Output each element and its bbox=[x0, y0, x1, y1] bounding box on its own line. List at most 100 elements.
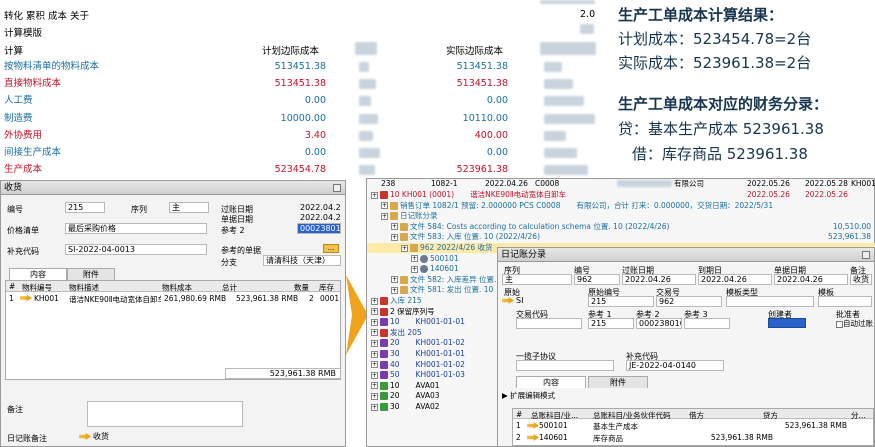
table-row[interactable]: 2 140601 库存商品 523,961.38 RMB bbox=[513, 432, 873, 443]
template-type-field[interactable] bbox=[726, 296, 814, 307]
tree-node[interactable]: +10 KH001-01-01 bbox=[367, 317, 497, 327]
expand-icon[interactable]: + bbox=[411, 255, 418, 263]
ref3-field[interactable] bbox=[684, 318, 730, 329]
tab-contents[interactable]: 内容 bbox=[516, 376, 586, 388]
tree-node[interactable]: +20 KH001-01-02 bbox=[367, 338, 497, 348]
ref1-field[interactable]: 215 bbox=[588, 318, 634, 329]
grid-header: # bbox=[516, 410, 523, 419]
series-field[interactable]: 主 bbox=[502, 274, 572, 285]
auto-post-checkbox[interactable]: 自动过账 bbox=[836, 318, 873, 329]
supp-code-label: 补充代码 bbox=[7, 247, 39, 256]
cost-row-label[interactable]: 按物料清单的物料成本 bbox=[4, 61, 99, 72]
table-row[interactable]: 1 KH001 谐洁NKE90Ⅱ电动宽体自卸车 261,980.69 RMB 5… bbox=[6, 293, 340, 304]
expand-icon[interactable]: + bbox=[391, 223, 398, 231]
tree-node[interactable]: +20 AVA03 bbox=[367, 391, 497, 401]
tree-node[interactable]: + 文件 583: 入库 位置. 10 (2022/4/26) 523,961.38 bbox=[367, 232, 875, 242]
link-arrow-icon[interactable] bbox=[20, 293, 34, 302]
remark-field[interactable]: 收货 bbox=[850, 274, 872, 285]
doc-date-field[interactable]: 2022.04.26 bbox=[297, 212, 341, 223]
tree-node[interactable]: + 文件 582: 入库差异 位置. bbox=[367, 275, 497, 285]
branch-select[interactable]: 请清科技（天津） bbox=[263, 255, 341, 266]
tree-node[interactable]: +10 KH001 (0001) 谐洁NKE90Ⅱ电动宽体自卸车 2022.05.2… bbox=[367, 190, 875, 200]
close-icon[interactable] bbox=[862, 251, 870, 259]
cost-row-label[interactable]: 人工费 bbox=[4, 95, 33, 106]
cost-row-label[interactable]: 制造费 bbox=[4, 113, 33, 124]
supp-code-field[interactable]: JE-2022-04-0140 bbox=[626, 360, 724, 371]
creator-field[interactable] bbox=[768, 318, 806, 328]
cost-row-label[interactable]: 生产成本 bbox=[4, 164, 42, 175]
posting-date-field[interactable]: 2022.04.26 bbox=[622, 274, 696, 285]
link-arrow-icon[interactable] bbox=[502, 297, 514, 304]
supp-code-field[interactable]: SI-2022-04-0013 bbox=[65, 244, 207, 255]
credit-line: 贷：基本生产成本 523961.38 bbox=[618, 120, 824, 138]
expand-icon[interactable]: + bbox=[371, 361, 378, 369]
tab-attachments[interactable]: 附件 bbox=[67, 268, 115, 280]
link-arrow-icon[interactable] bbox=[527, 422, 539, 429]
number-field[interactable]: 962 bbox=[574, 274, 620, 285]
expand-icon[interactable]: + bbox=[411, 265, 418, 273]
ref2-field[interactable]: 000238010 bbox=[636, 318, 682, 329]
expand-icon[interactable]: + bbox=[381, 202, 388, 210]
expand-icon[interactable]: + bbox=[371, 350, 378, 358]
expand-icon[interactable]: + bbox=[381, 212, 388, 220]
expand-icon[interactable]: + bbox=[371, 191, 378, 199]
expand-icon[interactable]: + bbox=[371, 392, 378, 400]
price-list-select[interactable]: 最后采购价格 bbox=[65, 223, 207, 234]
link-arrow-icon[interactable] bbox=[79, 433, 91, 440]
journal-remark-field[interactable]: 收货 bbox=[79, 431, 109, 442]
expand-icon[interactable]: + bbox=[391, 286, 398, 294]
expand-icon[interactable]: + bbox=[391, 276, 398, 284]
orig-field[interactable]: SI bbox=[502, 296, 523, 305]
tree-node[interactable]: + 发出 205 bbox=[367, 328, 497, 338]
expand-icon[interactable]: + bbox=[371, 318, 378, 326]
agreement-field[interactable] bbox=[516, 360, 614, 371]
tree-node[interactable]: + 销售订单 1082/1 预留: 2.000000 PCS C0008 有限公司，… bbox=[367, 201, 875, 211]
expand-icon[interactable]: + bbox=[371, 329, 378, 337]
template-field[interactable] bbox=[818, 296, 872, 307]
tab-attachments[interactable]: 附件 bbox=[588, 376, 648, 388]
expand-icon[interactable]: + bbox=[371, 297, 378, 305]
close-icon[interactable] bbox=[333, 184, 341, 192]
expand-icon[interactable]: + bbox=[371, 403, 378, 411]
ref-doc-button[interactable]: ... bbox=[323, 244, 339, 253]
expand-icon[interactable]: + bbox=[371, 308, 378, 316]
expand-edit-mode[interactable]: ▶ 扩展编辑模式 bbox=[502, 390, 555, 401]
link-arrow-icon[interactable] bbox=[527, 434, 539, 441]
grid-header: 物料成本 bbox=[162, 283, 192, 292]
trans-no-field[interactable]: 962 bbox=[656, 296, 722, 307]
number-field[interactable]: 215 bbox=[65, 202, 105, 213]
tree-node[interactable]: +30 KH001-01-01 bbox=[367, 349, 497, 359]
series-field[interactable]: 主 bbox=[169, 202, 209, 213]
remarks-textarea[interactable] bbox=[87, 401, 243, 427]
tab-contents[interactable]: 内容 bbox=[9, 268, 67, 280]
tree-node[interactable]: +40 KH001-01-02 bbox=[367, 360, 497, 370]
tree-node-label: 20 bbox=[390, 338, 400, 348]
expand-icon[interactable]: + bbox=[371, 371, 378, 379]
ref2-field[interactable]: 000238010 bbox=[297, 223, 341, 234]
tree-node[interactable]: +2 保留序列号 bbox=[367, 307, 497, 317]
tree-node[interactable]: +10 AVA01 bbox=[367, 381, 497, 391]
expand-icon[interactable]: + bbox=[371, 382, 378, 390]
due-date-field[interactable]: 2022.04.26 bbox=[698, 274, 772, 285]
cell-name: 库存商品 bbox=[593, 434, 623, 443]
tree-node[interactable]: +500101 bbox=[367, 254, 497, 264]
triangle-right-icon[interactable]: ▶ bbox=[502, 391, 510, 400]
tree-node[interactable]: + 文件 584: Costs according to calculation … bbox=[367, 222, 875, 232]
tree-node[interactable]: + 日记账分录 bbox=[367, 211, 875, 221]
cost-row-label[interactable]: 直接物料成本 bbox=[4, 78, 61, 89]
tree-node[interactable]: +30 AVA02 bbox=[367, 402, 497, 412]
expand-icon[interactable]: + bbox=[391, 233, 398, 241]
cost-row-label[interactable]: 外协费用 bbox=[4, 130, 42, 141]
tree-node[interactable]: + 文件 581: 发出 位置. 10 bbox=[367, 285, 497, 295]
cost-row-label[interactable]: 间接生产成本 bbox=[4, 147, 61, 158]
tree-node[interactable]: +50 KH001-01-03 bbox=[367, 370, 497, 380]
table-row[interactable]: 1 500101 基本生产成本 523,961.38 RMB bbox=[513, 420, 873, 431]
tcode-field[interactable] bbox=[516, 318, 582, 329]
menu-bar[interactable]: 转化 累积 成本 关于 bbox=[4, 8, 89, 22]
doc-date-field[interactable]: 2022.04.26 bbox=[774, 274, 848, 285]
expand-icon[interactable]: + bbox=[371, 339, 378, 347]
orig-no-field[interactable]: 215 bbox=[588, 296, 654, 307]
expand-icon[interactable]: + bbox=[401, 244, 408, 252]
tree-node[interactable]: + 入库 215 bbox=[367, 296, 497, 306]
tree-node[interactable]: +140601 bbox=[367, 264, 497, 274]
